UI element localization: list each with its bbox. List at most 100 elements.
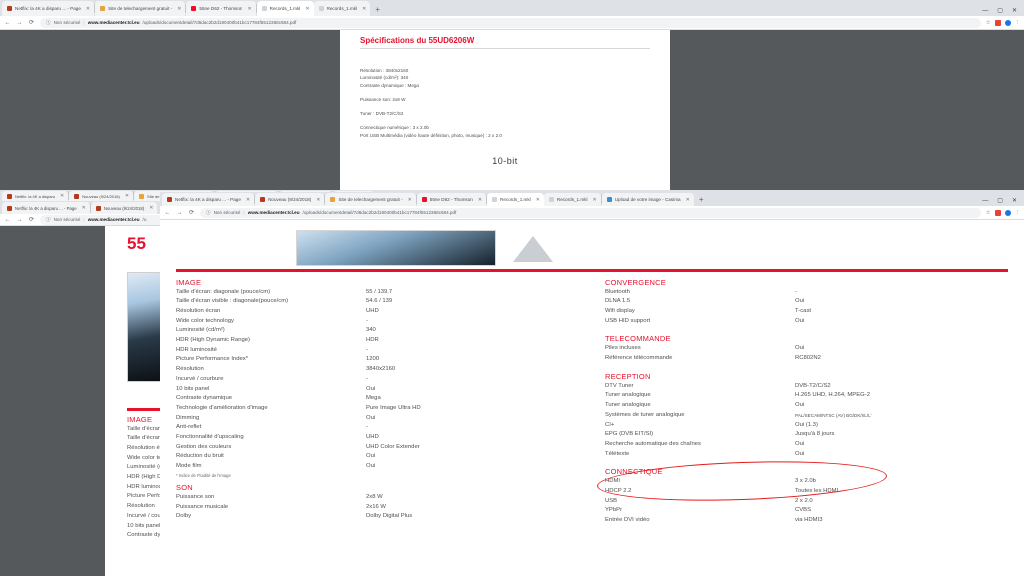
- spec-value: Oui (1.3): [795, 421, 1008, 431]
- close-icon[interactable]: ✕: [686, 197, 690, 203]
- spec-key: EPG (DVB EIT/SI): [605, 430, 795, 440]
- reload-button[interactable]: ⟳: [28, 19, 35, 26]
- address-bar[interactable]: ⓘ Non sécurisé | www.mediacenter.tcl.eu …: [200, 208, 981, 218]
- spec-row: HDR (High Dynamic Range)HDR: [176, 336, 579, 346]
- spec-row: EPG (DVB EIT/SI)Jusqu'à 8 jours: [605, 430, 1008, 440]
- spec-row: Contraste dynamiqueMega: [176, 394, 579, 404]
- close-icon[interactable]: ✕: [362, 6, 366, 12]
- forward-button[interactable]: →: [16, 20, 23, 26]
- back-button[interactable]: ←: [4, 217, 11, 223]
- tab-bottom-5[interactable]: Records_1.mkl ✕: [544, 193, 601, 206]
- new-tab-button[interactable]: +: [694, 194, 709, 206]
- extension-icon[interactable]: [995, 210, 1001, 216]
- info-icon[interactable]: ⓘ: [206, 210, 211, 216]
- pdf-viewer-top[interactable]: Spécifications du 55UD6206W Résolution :…: [0, 30, 1024, 190]
- tab-top-4[interactable]: Records_1.mkl ✕: [314, 1, 371, 16]
- tab-label: Records_1.mkl: [327, 6, 358, 11]
- extension-icon[interactable]: [995, 20, 1001, 26]
- tab-label: Records_1.mkl: [500, 197, 531, 202]
- browser-window-top[interactable]: Netflix: la 4K a disparu ... - Page ✕ Si…: [0, 0, 1024, 190]
- tab-left-1[interactable]: Nouveau (9/24/2018) ✕: [91, 202, 158, 214]
- section-title: IMAGE: [176, 278, 579, 287]
- spec-key: Référence télécommande: [605, 354, 795, 364]
- spec-section-telecommande: TELECOMMANDE Piles inclusesOui Référence…: [605, 334, 1008, 363]
- profile-avatar[interactable]: [1005, 210, 1011, 216]
- tab-bottom-2[interactable]: Site de telechargement gratuit - ✕: [325, 193, 415, 206]
- section-title: CONNECTIQUE: [605, 467, 1008, 476]
- spec-key: Anti-reflet: [176, 423, 366, 433]
- minimize-button[interactable]: —: [982, 198, 988, 204]
- url-separator: |: [83, 217, 84, 222]
- tab-bottom-0[interactable]: Netflix: la 4K a disparu ... - Page ✕: [162, 193, 254, 206]
- tab-left-0[interactable]: Netflix: la 4K a disparu ... - Page ✕: [2, 202, 90, 214]
- info-icon[interactable]: ⓘ: [46, 217, 51, 223]
- close-window-button[interactable]: ✕: [1012, 7, 1017, 14]
- close-icon[interactable]: ✕: [305, 6, 309, 12]
- favicon-icon: [74, 194, 79, 199]
- close-icon[interactable]: ✕: [408, 197, 412, 203]
- close-icon[interactable]: ✕: [60, 193, 64, 199]
- back-button[interactable]: ←: [4, 20, 11, 26]
- close-icon[interactable]: ✕: [82, 205, 86, 211]
- tab-label: Nouveau (9/24/2018): [82, 194, 120, 199]
- bookmark-star-icon[interactable]: ☆: [986, 20, 991, 26]
- url-separator: |: [243, 210, 244, 215]
- chrome-menu-icon[interactable]: ⋮: [1015, 20, 1021, 26]
- spec-value: HDR: [366, 336, 579, 346]
- close-icon[interactable]: ✕: [149, 205, 153, 211]
- chrome-menu-icon[interactable]: ⋮: [1015, 210, 1021, 216]
- close-icon[interactable]: ✕: [246, 197, 250, 203]
- close-window-button[interactable]: ✕: [1012, 197, 1017, 204]
- close-icon[interactable]: ✕: [316, 197, 320, 203]
- spec-key: Systèmes de tuner analogique: [605, 411, 795, 421]
- security-label: Non sécurisé: [54, 217, 81, 222]
- pdf-viewer-bottom[interactable]: IMAGE Taille d'écran: diagonale (pouce/c…: [160, 220, 1024, 576]
- tab-top-1[interactable]: Site de telechargement gratuit - ✕: [95, 1, 185, 16]
- reload-button[interactable]: ⟳: [28, 216, 35, 223]
- tab-bottom-6[interactable]: Upload de votre image - Casima ✕: [602, 193, 694, 206]
- back-button[interactable]: ←: [164, 210, 171, 216]
- tab-bottom-1[interactable]: Nouveau (9/24/2018) ✕: [255, 193, 324, 206]
- spec-value: Oui: [795, 344, 1008, 354]
- spec-row: DLNA 1.5Oui: [605, 297, 1008, 307]
- close-icon[interactable]: ✕: [478, 197, 482, 203]
- tabstrip-bottom: Netflix: la 4K a disparu ... - Page ✕ No…: [160, 192, 1024, 206]
- close-icon[interactable]: ✕: [247, 6, 251, 12]
- favicon-icon: [549, 197, 554, 202]
- tab-top-2[interactable]: 55ne D62 - Thomson ✕: [186, 1, 255, 16]
- address-bar[interactable]: ⓘ Non sécurisé | www.mediacenter.tcl.eu …: [40, 18, 981, 28]
- new-tab-button[interactable]: +: [370, 4, 385, 16]
- forward-button[interactable]: →: [16, 217, 23, 223]
- spec-value: Oui: [795, 401, 1008, 411]
- bookmark-star-icon[interactable]: ☆: [986, 210, 991, 216]
- maximize-button[interactable]: ▢: [997, 7, 1003, 14]
- tab-top-0[interactable]: Netflix: la 4K a disparu ... - Page ✕: [2, 1, 94, 16]
- window-controls: — ▢ ✕: [982, 7, 1024, 16]
- close-icon[interactable]: ✕: [86, 6, 90, 12]
- spec-value: 54.6 / 139: [366, 297, 579, 307]
- close-icon[interactable]: ✕: [536, 197, 540, 203]
- tab-bottom-3[interactable]: 55ne D62 - Thomson ✕: [417, 193, 486, 206]
- close-icon[interactable]: ✕: [125, 193, 129, 199]
- url-host: www.mediacenter.tcl.eu: [88, 20, 140, 25]
- tab-bottom-4[interactable]: Records_1.mkl ✕: [487, 193, 544, 206]
- tab-mid-0[interactable]: Netflix: la 4K a disparu ✕: [2, 191, 68, 201]
- omnibox-actions: ☆ ⋮: [986, 20, 1020, 26]
- url-host: www.mediacenter.tcl.eu: [248, 210, 300, 215]
- browser-window-active[interactable]: Netflix: la 4K a disparu ... - Page ✕ No…: [160, 192, 1024, 576]
- summary-line: Port USB Multimédia (vidéo haute définit…: [360, 132, 650, 139]
- tab-mid-1[interactable]: Nouveau (9/24/2018) ✕: [69, 191, 133, 201]
- minimize-button[interactable]: —: [982, 8, 988, 14]
- profile-avatar[interactable]: [1005, 20, 1011, 26]
- close-icon[interactable]: ✕: [177, 6, 181, 12]
- info-icon[interactable]: ⓘ: [46, 20, 51, 26]
- maximize-button[interactable]: ▢: [997, 197, 1003, 204]
- tab-top-3[interactable]: Records_1.mkl ✕: [257, 1, 314, 16]
- spec-value: Oui: [366, 414, 579, 424]
- spec-key: HDR luminosité: [176, 346, 366, 356]
- reload-button[interactable]: ⟳: [188, 209, 195, 216]
- favicon-icon: [492, 197, 497, 202]
- forward-button[interactable]: →: [176, 210, 183, 216]
- close-icon[interactable]: ✕: [593, 197, 597, 203]
- spec-key: Technologie d'amélioration d'image: [176, 404, 366, 414]
